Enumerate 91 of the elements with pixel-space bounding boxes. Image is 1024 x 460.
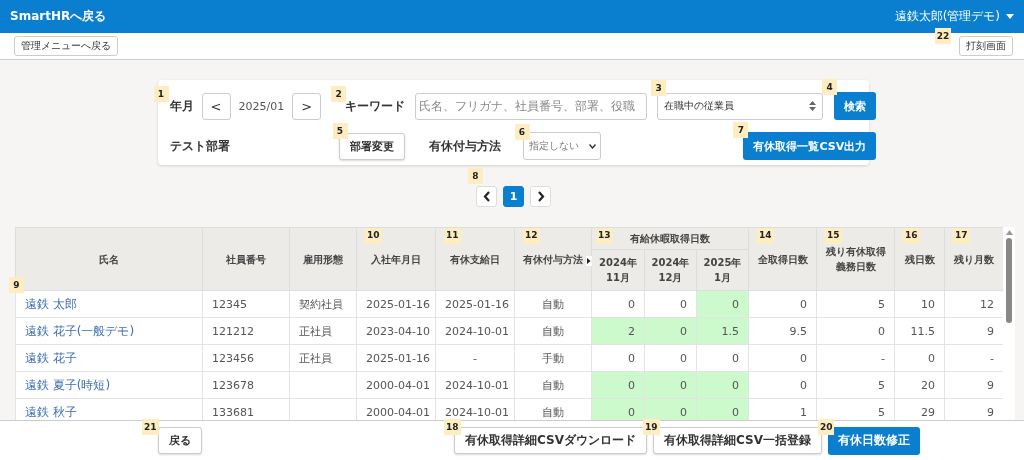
month-column-header: 2024年 12月 xyxy=(644,249,697,291)
table-cell: 自動 xyxy=(514,290,592,318)
search-button[interactable]: 検索 xyxy=(834,92,877,120)
number-badge: 15 xyxy=(825,228,842,244)
table-cell: 契約社員 xyxy=(289,290,357,318)
number-badge: 11 xyxy=(444,228,461,244)
table-cell: 2025-01-16 xyxy=(435,290,515,318)
table-cell xyxy=(289,371,357,399)
table-cell: 自動 xyxy=(514,371,592,399)
column-header: 11 有休支給日 xyxy=(435,227,515,291)
table-cell: 121212 xyxy=(202,317,290,345)
table-cell: 2025-01-16 xyxy=(356,290,436,318)
employee-status-select[interactable]: 在職中の従業員 xyxy=(657,92,824,120)
scroll-up-icon[interactable] xyxy=(1005,230,1013,235)
number-badge: 18 xyxy=(444,419,461,435)
column-header: 社員番号 xyxy=(202,227,290,291)
table-cell: 2023-04-10 xyxy=(356,317,436,345)
table-cell: 2024-10-01 xyxy=(435,371,515,399)
number-badge: 8 xyxy=(468,168,483,184)
table-cell: 12345 xyxy=(202,290,290,318)
number-badge: 10 xyxy=(365,228,382,244)
column-header: 15 残り有休取得義務日数 xyxy=(816,227,895,291)
column-header: 14 全取得日数 xyxy=(748,227,817,291)
table-cell: 正社員 xyxy=(289,344,357,372)
chevron-down-icon xyxy=(588,143,596,149)
sort-arrows-icon xyxy=(809,101,817,111)
keyword-field[interactable]: 氏名、フリガナ、社員番号、部署、役職 xyxy=(415,92,648,120)
number-badge: 6 xyxy=(514,124,530,140)
table-cell: 2025-01-16 xyxy=(356,344,436,372)
number-badge: 16 xyxy=(903,228,920,244)
scrollbar[interactable] xyxy=(1003,227,1015,420)
export-csv-button[interactable]: 有休取得一覧CSV出力 xyxy=(743,132,877,160)
table-cell: 5 xyxy=(816,290,895,318)
month-column-header: 2025年 1月 xyxy=(696,249,749,291)
number-badge: 7 xyxy=(733,122,749,138)
clock-screen-button[interactable]: 打刻画面 xyxy=(959,36,1013,56)
employee-name-link[interactable]: 遠鉄 太郎 xyxy=(25,296,77,311)
chevron-left-icon xyxy=(482,191,491,202)
number-badge: 14 xyxy=(757,228,774,244)
next-page-button[interactable] xyxy=(530,186,551,207)
table-cell: 自動 xyxy=(514,317,592,345)
admin-menu-button[interactable]: 管理メニューへ戻る xyxy=(14,36,118,56)
number-badge: 1 xyxy=(153,85,169,102)
column-header: 10 入社年月日 xyxy=(356,227,436,291)
next-month-button[interactable]: > xyxy=(292,92,322,120)
grant-method-label: 有休付与方法 xyxy=(428,137,501,155)
number-badge: 17 xyxy=(953,228,970,244)
table-cell: 0 xyxy=(816,317,895,345)
prev-page-button[interactable] xyxy=(476,186,497,207)
number-badge: 21 xyxy=(142,419,159,435)
number-badge: 2 xyxy=(331,85,347,102)
column-group-header: 13 有給休暇取得日数 xyxy=(591,227,749,250)
month-column-header: 2024年 11月 xyxy=(591,249,645,291)
column-header: 雇用形態 xyxy=(289,227,357,291)
table-cell: 2024-10-01 xyxy=(435,317,515,345)
chevron-right-icon xyxy=(536,191,545,202)
number-badge: 12 xyxy=(523,228,540,244)
number-badge: 13 xyxy=(596,228,613,244)
table-cell: 123678 xyxy=(202,371,290,399)
number-badge: 4 xyxy=(822,79,838,95)
table-cell: 0 xyxy=(748,371,817,399)
back-to-smarthr-link[interactable]: SmartHRへ戻る xyxy=(10,8,107,25)
keyword-label: キーワード xyxy=(345,97,406,115)
number-badge: 5 xyxy=(332,122,348,139)
caret-icon xyxy=(1006,14,1014,19)
table-cell: - xyxy=(816,344,895,372)
number-badge: 9 xyxy=(9,277,24,293)
month-label: 年月 xyxy=(169,97,194,115)
back-button[interactable]: 戻る xyxy=(158,427,202,454)
employee-name-link[interactable]: 遠鉄 秋子 xyxy=(25,404,77,419)
number-badge: 19 xyxy=(642,419,660,435)
employee-name-link[interactable]: 遠鉄 花子 xyxy=(25,350,77,365)
table-cell: 正社員 xyxy=(289,317,357,345)
number-badge: 3 xyxy=(651,79,667,96)
column-header: 12 有休付与方法 xyxy=(514,227,592,291)
prev-month-button[interactable]: < xyxy=(201,92,231,120)
page-button[interactable]: 1 xyxy=(503,186,524,207)
department-name: テスト部署 xyxy=(169,137,230,155)
number-badge: 22 xyxy=(934,28,952,44)
column-header: 17 残り月数 xyxy=(944,227,1003,291)
table-cell: 手動 xyxy=(514,344,592,372)
table-cell: 0 xyxy=(748,344,817,372)
table-cell: - xyxy=(435,344,515,372)
column-header: 16 残日数 xyxy=(894,227,945,291)
user-name[interactable]: 遠鉄太郎(管理デモ) xyxy=(894,8,1000,25)
month-value: 2025/01 xyxy=(238,99,285,113)
table-cell: 0 xyxy=(748,290,817,318)
table-cell: 2000-04-01 xyxy=(356,371,436,399)
table-cell: 123456 xyxy=(202,344,290,372)
table-cell: 9.5 xyxy=(748,317,817,345)
table-cell: 5 xyxy=(816,371,895,399)
